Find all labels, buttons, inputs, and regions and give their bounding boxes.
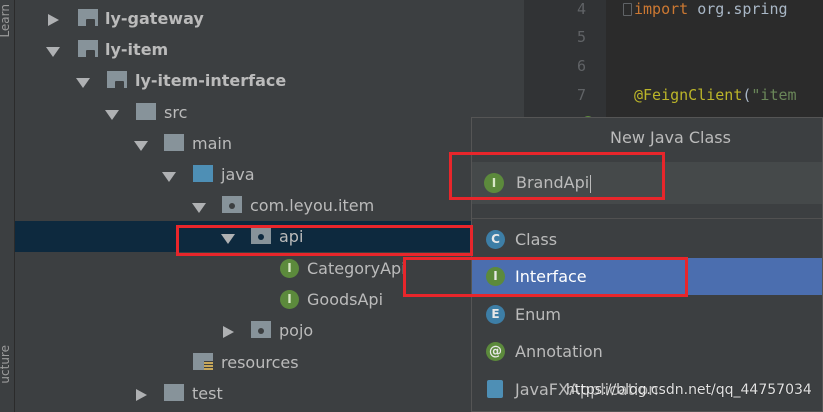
tree-item-label: pojo xyxy=(279,321,314,340)
project-tree: ly-gateway ly-item ly-item-interface src… xyxy=(15,0,523,412)
javafx-icon xyxy=(487,380,503,398)
tree-item-label: test xyxy=(192,384,223,403)
package-icon xyxy=(251,321,271,338)
tree-item-resources[interactable]: resources xyxy=(15,347,523,378)
highlight-box-api-package xyxy=(176,225,473,256)
collapse-arrow-icon[interactable] xyxy=(46,47,60,57)
resources-folder-icon xyxy=(193,353,213,370)
import-path: org.spring xyxy=(688,0,788,18)
watermark-text: https://blog.csdn.net/qq_44757034 xyxy=(566,382,812,398)
kind-option-class[interactable]: C Class xyxy=(472,221,822,258)
tree-item-label: java xyxy=(221,165,255,184)
kind-label: Annotation xyxy=(515,342,603,361)
kind-label: Class xyxy=(515,230,558,249)
collapse-arrow-icon[interactable] xyxy=(134,141,148,151)
enum-icon: E xyxy=(486,305,505,324)
tree-item-com-leyou-item[interactable]: com.leyou.item xyxy=(15,190,523,221)
tool-window-strip: Learn ucture xyxy=(0,0,15,412)
folder-icon xyxy=(164,384,184,401)
module-folder-icon xyxy=(78,9,98,28)
tree-item-pojo[interactable]: pojo xyxy=(15,315,523,346)
tree-item-label: resources xyxy=(221,353,299,372)
line-number: 4 xyxy=(576,0,586,18)
tree-item-ly-gateway[interactable]: ly-gateway xyxy=(15,3,523,34)
collapse-arrow-icon[interactable] xyxy=(105,110,119,120)
interface-icon: I xyxy=(280,259,299,278)
module-folder-icon xyxy=(78,40,98,59)
tree-item-java[interactable]: java xyxy=(15,159,523,190)
line-number: 6 xyxy=(576,57,586,75)
source-folder-icon xyxy=(193,165,213,182)
highlight-box-interface-option xyxy=(403,257,688,297)
class-icon: C xyxy=(486,230,505,249)
tree-item-main[interactable]: main xyxy=(15,128,523,159)
package-icon xyxy=(222,196,242,213)
divider xyxy=(472,218,822,219)
module-folder-icon xyxy=(107,71,127,90)
code-line-annotation: @FeignClient("item xyxy=(634,86,797,104)
line-number: 7 xyxy=(576,86,586,104)
learn-tab[interactable]: Learn xyxy=(0,4,12,38)
folder-icon xyxy=(164,134,184,151)
tree-item-src[interactable]: src xyxy=(15,97,523,128)
expand-arrow-icon[interactable] xyxy=(223,326,234,338)
line-number: 5 xyxy=(576,28,586,46)
tree-item-label: CategoryApi xyxy=(307,259,406,278)
fold-icon[interactable] xyxy=(623,3,632,16)
tree-item-label: ly-gateway xyxy=(105,9,204,28)
kind-label: Enum xyxy=(515,305,561,324)
folder-icon xyxy=(136,103,156,120)
collapse-arrow-icon[interactable] xyxy=(162,172,176,182)
structure-tab[interactable]: ucture xyxy=(0,345,12,384)
code-line-import: import org.spring xyxy=(634,0,788,18)
collapse-arrow-icon[interactable] xyxy=(76,78,90,88)
kind-option-enum[interactable]: E Enum xyxy=(472,296,822,333)
tree-item-label: ly-item xyxy=(105,40,169,59)
tree-item-label: ly-item-interface xyxy=(135,71,287,90)
annotation-name: @FeignClient xyxy=(634,86,743,104)
kind-option-annotation[interactable]: @ Annotation xyxy=(472,333,822,370)
interface-icon: I xyxy=(280,290,299,309)
keyword-import: import xyxy=(634,0,689,18)
tree-item-test[interactable]: test xyxy=(15,378,523,409)
tree-item-label: com.leyou.item xyxy=(250,196,375,215)
tree-item-label: src xyxy=(164,103,188,122)
expand-arrow-icon[interactable] xyxy=(48,14,59,26)
tree-item-label: GoodsApi xyxy=(307,290,384,309)
highlight-box-name-field xyxy=(449,152,665,200)
annotation-icon: @ xyxy=(486,342,505,361)
tree-item-ly-item-interface[interactable]: ly-item-interface xyxy=(15,65,523,96)
tree-item-ly-item[interactable]: ly-item xyxy=(15,34,523,65)
annotation-string: "item xyxy=(751,86,797,104)
collapse-arrow-icon[interactable] xyxy=(192,203,206,213)
expand-arrow-icon[interactable] xyxy=(136,389,147,401)
tree-item-label: main xyxy=(192,134,232,153)
